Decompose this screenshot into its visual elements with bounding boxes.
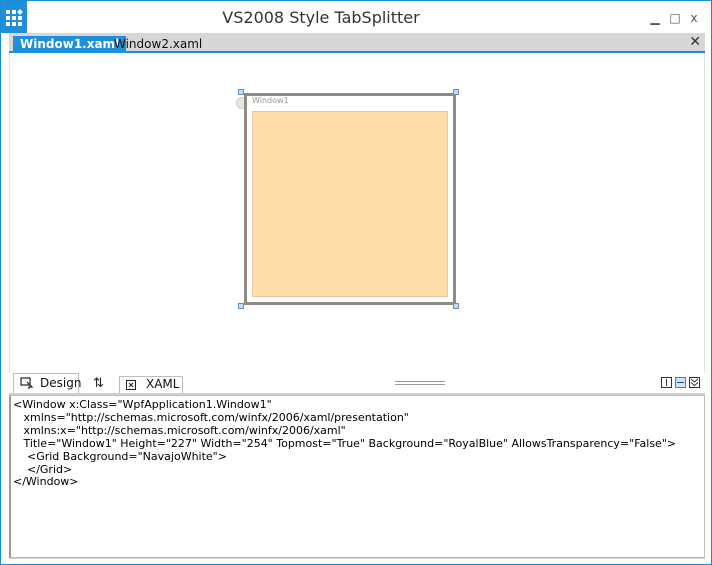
window-title: VS2008 Style TabSplitter xyxy=(222,8,420,27)
code-line: </Grid> xyxy=(13,462,73,476)
maximize-button[interactable]: □ xyxy=(666,9,684,27)
code-line: <Grid Background="NavajoWhite"> xyxy=(13,449,227,463)
swap-panes-icon[interactable]: ⇅ xyxy=(93,376,104,391)
design-window-title: Window1 xyxy=(252,96,289,105)
tab-design-label: Design xyxy=(40,376,82,390)
close-document-icon[interactable]: ✕ xyxy=(689,34,701,50)
tab-xaml-label: XAML xyxy=(146,377,180,391)
horizontal-split-icon[interactable] xyxy=(675,377,686,388)
resize-handle-top-left[interactable] xyxy=(238,89,244,95)
tab-design[interactable]: Design xyxy=(13,373,82,393)
document-tab-strip: Window1.xaml Window2.xaml ✕ xyxy=(9,33,705,53)
code-line: Title="Window1" Height="227" Width="254"… xyxy=(13,436,677,450)
design-grid[interactable] xyxy=(252,111,448,297)
minimize-button[interactable]: ▁ xyxy=(646,9,664,27)
tab-window2-xaml[interactable]: Window2.xaml xyxy=(107,36,209,53)
design-surface[interactable]: Window1 xyxy=(9,53,705,373)
splitter-grip[interactable] xyxy=(395,381,445,385)
design-view-icon xyxy=(20,377,34,389)
tab-splitter-bar: Design ⇅ XAML xyxy=(9,373,705,395)
vertical-split-icon[interactable] xyxy=(661,377,672,388)
design-window-preview[interactable]: Window1 xyxy=(244,93,456,305)
title-bar[interactable]: VS2008 Style TabSplitter ▁ □ x xyxy=(1,1,711,33)
code-line: xmlns="http://schemas.microsoft.com/winf… xyxy=(13,410,409,424)
resize-handle-top-right[interactable] xyxy=(453,89,459,95)
code-line: <Window x:Class="WpfApplication1.Window1… xyxy=(13,398,272,411)
collapse-pane-icon[interactable] xyxy=(689,377,700,388)
tab-xaml[interactable]: XAML xyxy=(119,376,183,393)
close-button[interactable]: x xyxy=(685,9,703,27)
xaml-view-icon xyxy=(126,380,136,390)
xaml-editor[interactable]: <Window x:Class="WpfApplication1.Window1… xyxy=(9,395,705,558)
code-line: </Window> xyxy=(13,475,79,489)
main-window: VS2008 Style TabSplitter ▁ □ x Window1.x… xyxy=(0,0,712,565)
code-line: xmlns:x="http://schemas.microsoft.com/wi… xyxy=(13,423,346,437)
resize-handle-bottom-left[interactable] xyxy=(238,303,244,309)
bottom-border xyxy=(9,558,705,559)
resize-handle-bottom-right[interactable] xyxy=(453,303,459,309)
